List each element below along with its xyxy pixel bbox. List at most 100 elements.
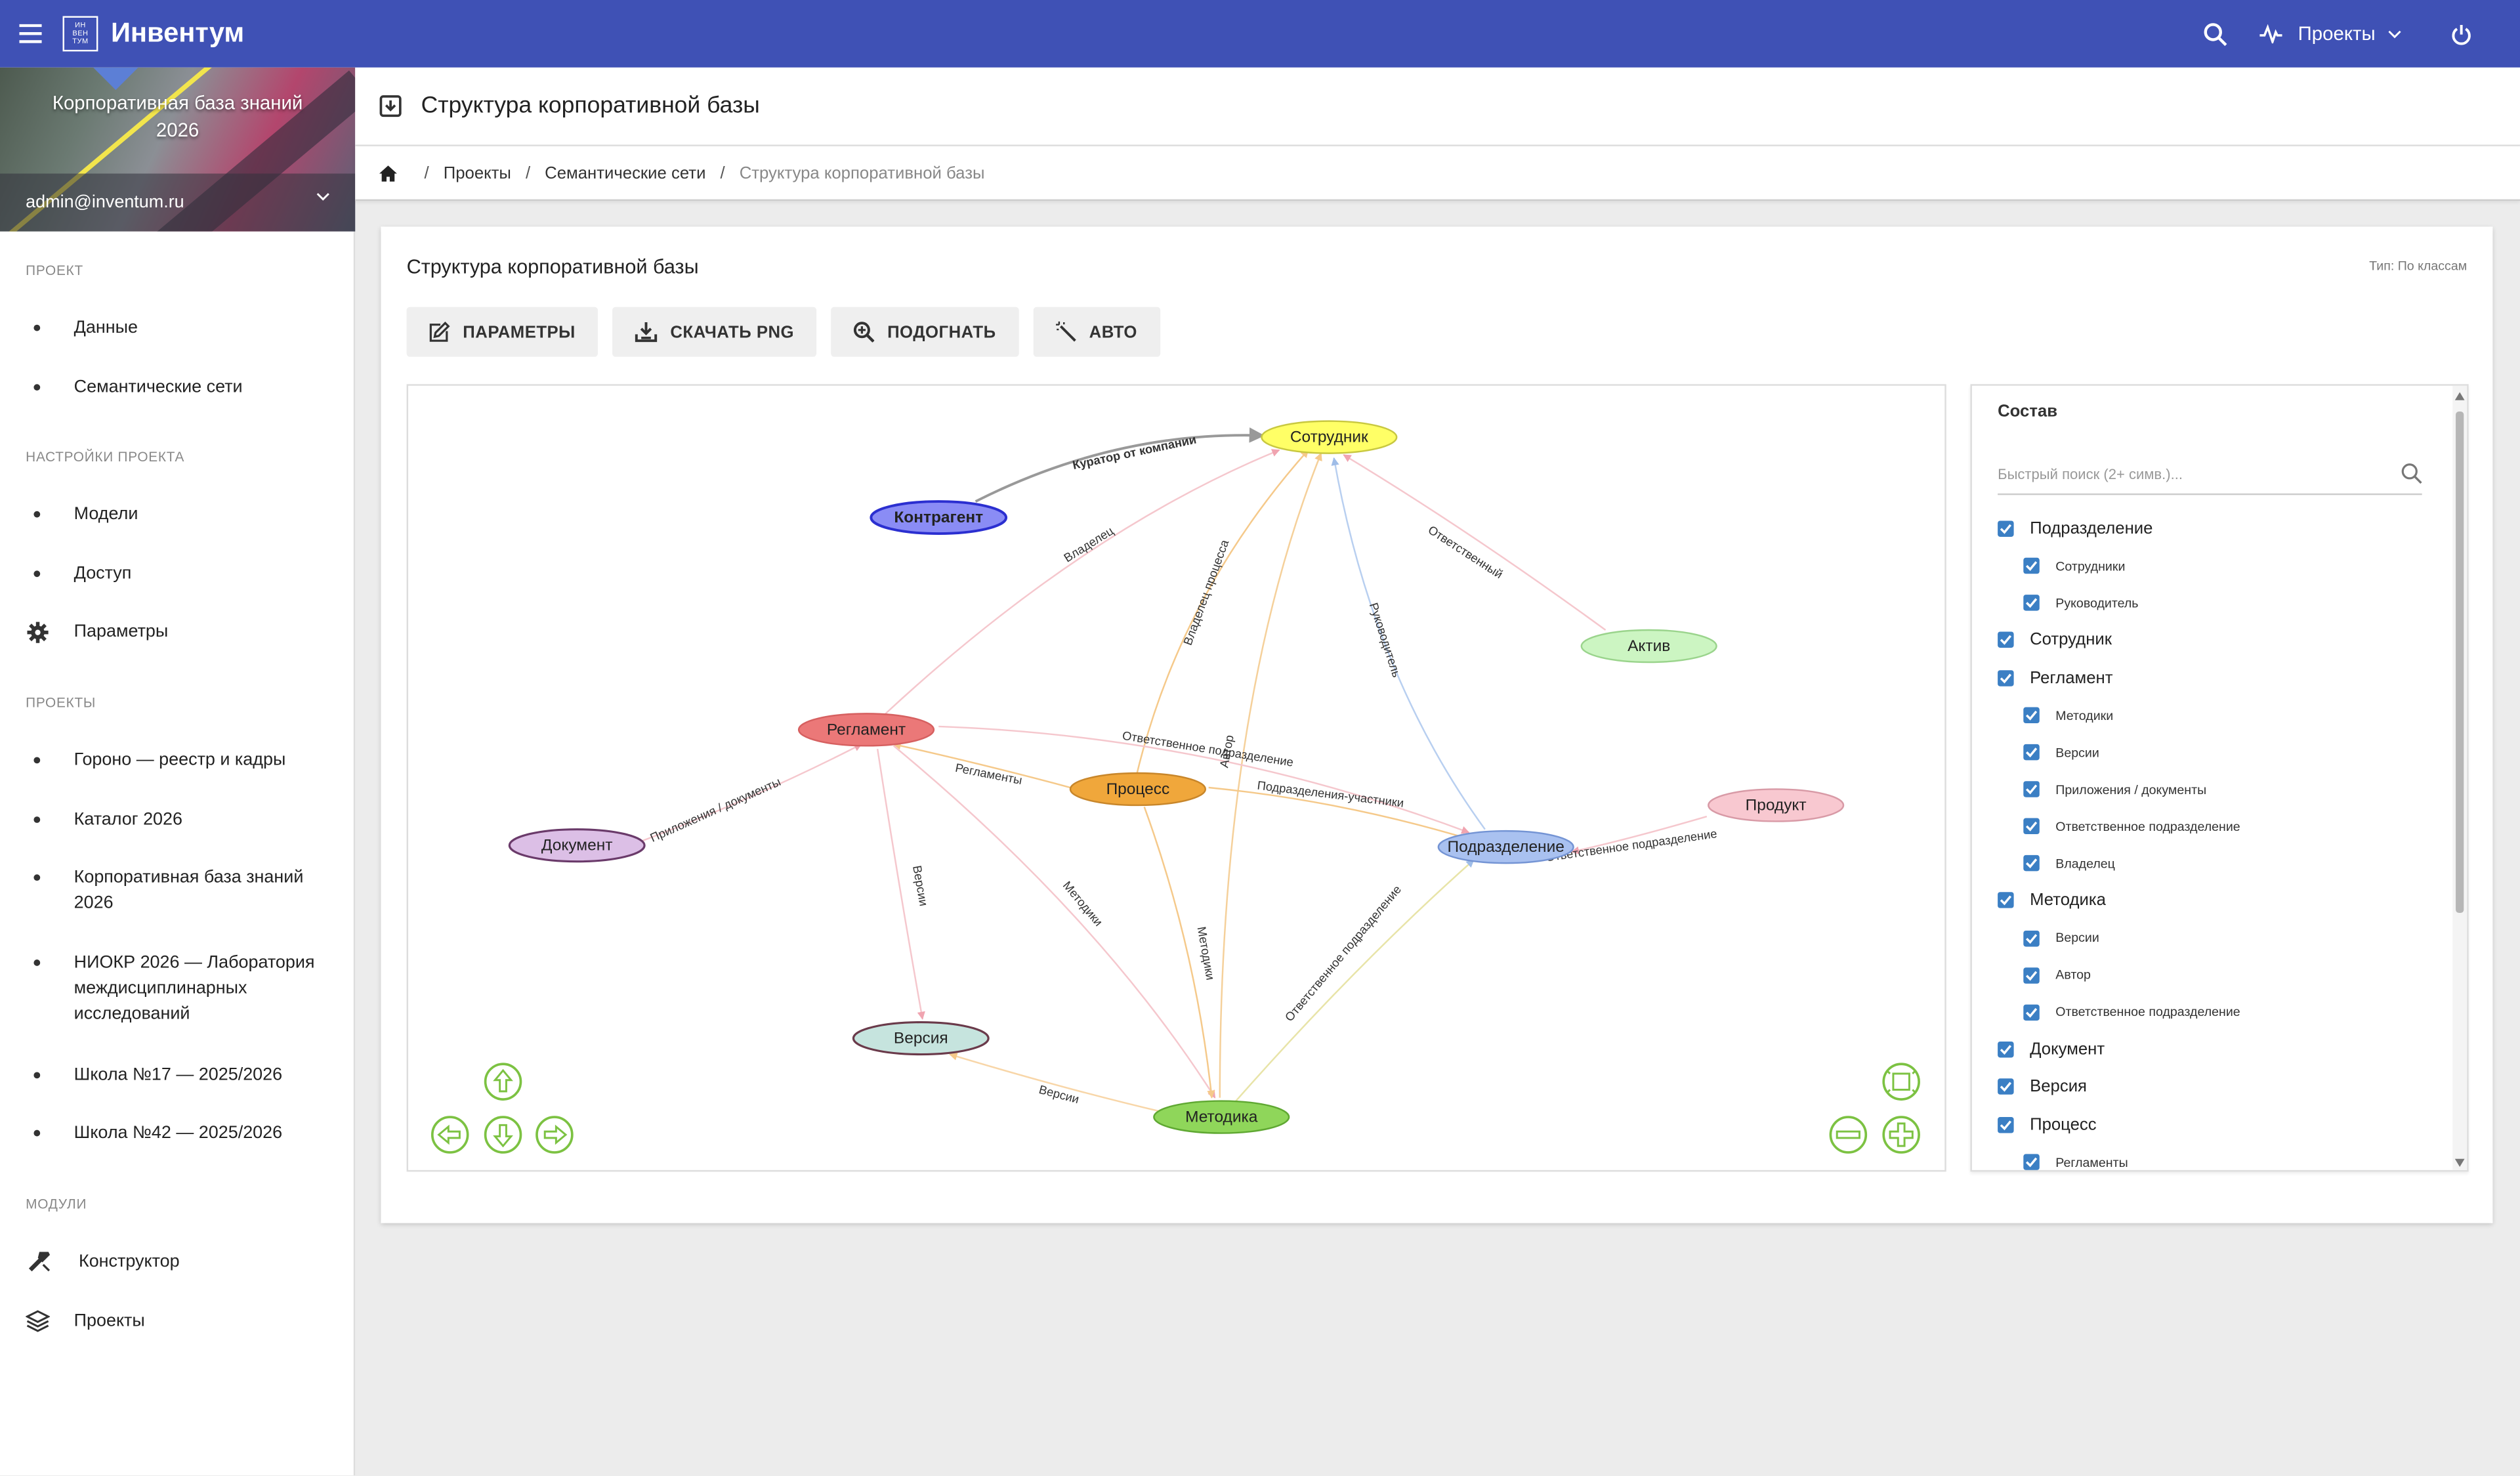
node-sotrudnik[interactable]: Сотрудник [1261,420,1398,454]
checkbox[interactable] [2023,744,2040,761]
checkbox[interactable] [1998,892,2014,909]
sidebar-item-access[interactable]: Доступ [0,561,355,587]
tree-class-item[interactable]: Версия [1998,1068,2431,1106]
checkbox[interactable] [2023,854,2040,872]
node-aktiv[interactable]: Актив [1580,629,1717,664]
graph-edge[interactable] [975,427,1265,503]
pan-up-button[interactable] [484,1063,522,1101]
pan-right-button[interactable] [536,1116,574,1154]
node-produkt[interactable]: Продукт [1708,788,1845,822]
graph-edge[interactable] [1331,457,1486,830]
zoom-in-button[interactable] [1882,1116,1920,1154]
app-brand[interactable]: Инвентум [111,18,244,50]
tree-relation-item[interactable]: Версии [1998,734,2431,770]
tree-class-item[interactable]: Регламент [1998,659,2431,697]
menu-button[interactable] [0,0,61,68]
tree-relation-item[interactable]: Ответственное подразделение [1998,808,2431,845]
node-versiya[interactable]: Версия [852,1021,990,1056]
quick-search-input[interactable]: Быстрый поиск (2+ симв.)... [1998,457,2422,496]
tree-relation-item[interactable]: Версии [1998,919,2431,956]
projects-menu[interactable]: Проекты [2259,22,2401,45]
edge-label: Методики [1060,878,1106,929]
pan-left-button[interactable] [430,1116,469,1154]
sidebar-item-semantic-nets[interactable]: Семантические сети [0,375,355,400]
breadcrumb-projects[interactable]: Проекты [444,163,511,182]
node-metodika[interactable]: Методика [1153,1100,1290,1134]
search-button[interactable] [2192,0,2240,68]
download-png-button[interactable]: СКАЧАТЬ PNG [612,306,817,357]
checkbox[interactable] [2023,1154,2040,1170]
graph-edge[interactable] [1235,859,1475,1102]
tree-relation-item[interactable]: Ответственное подразделение [1998,993,2431,1030]
pan-down-button[interactable] [484,1116,522,1154]
user-menu[interactable]: admin@inventum.ru [0,173,356,232]
tree-relation-item[interactable]: Регламенты [1998,1143,2431,1170]
tree-relation-item[interactable]: Владелец [1998,845,2431,881]
app-logo[interactable]: ИН ВЕН ТУМ [62,16,98,52]
sidebar-item-models[interactable]: Модели [0,501,355,527]
tree-class-item[interactable]: Методика [1998,881,2431,919]
fit-view-button[interactable] [1882,1063,1920,1101]
zoom-out-button[interactable] [1829,1116,1868,1154]
sidebar-item-project[interactable]: Школа №17 — 2025/2026 [0,1063,355,1088]
top-bar: ИН ВЕН ТУМ Инвентум Проекты [0,0,2520,68]
sidebar-item-project[interactable]: Школа №42 — 2025/2026 [0,1120,355,1146]
checkbox[interactable] [1998,669,2014,686]
node-reglament[interactable]: Регламент [797,713,935,747]
checkbox[interactable] [1998,1116,2014,1133]
sidebar-item-parameters[interactable]: Параметры [0,619,355,644]
checkbox[interactable] [2023,929,2040,946]
sidebar-item-project[interactable]: НИОКР 2026 — Лаборатория междисциплинарн… [0,950,355,1027]
auto-button[interactable]: АВТО [1032,306,1160,357]
scrollbar-thumb[interactable] [2456,411,2464,914]
sidebar-item-project[interactable]: Корпоративная база знаний 2026 [0,865,355,916]
sidebar-item-constructor[interactable]: Конструктор [0,1249,355,1275]
tree-relation-label: Владелец [2055,856,2115,871]
graph-canvas[interactable]: Куратор от компании Владелец Владелец пр… [408,386,1948,1173]
scroll-down-icon[interactable] [2454,1157,2466,1168]
graph-edge[interactable] [1135,449,1309,777]
tree-class-item[interactable]: Сотрудник [1998,622,2431,660]
checkbox[interactable] [2023,707,2040,724]
tree-class-item[interactable]: Подразделение [1998,509,2431,547]
graph-edge[interactable] [885,449,1280,715]
checkbox[interactable] [2023,818,2040,835]
sidebar-item-data[interactable]: Данные [0,315,355,341]
tree-relation-item[interactable]: Сотрудники [1998,547,2431,584]
checkbox[interactable] [2023,967,2040,983]
checkbox[interactable] [1998,520,2014,537]
chevron-down-icon [316,193,329,201]
breadcrumb-semantic-nets[interactable]: Семантические сети [545,163,705,182]
tree-relation-item[interactable]: Автор [1998,956,2431,993]
graph-edge[interactable] [1343,454,1606,631]
home-icon[interactable] [379,165,397,181]
checkbox[interactable] [2023,595,2040,611]
fit-button[interactable]: ПОДОГНАТЬ [831,306,1018,357]
graph-edge[interactable] [949,1052,1164,1113]
tree-relation-item[interactable]: Руководитель [1998,584,2431,621]
sidebar-item-project[interactable]: Каталог 2026 [0,807,355,832]
checkbox[interactable] [2023,557,2040,574]
checkbox[interactable] [1998,1078,2014,1095]
checkbox[interactable] [2023,781,2040,797]
tree-class-label: Регламент [2030,668,2113,688]
tree-relation-item[interactable]: Методики [1998,697,2431,734]
panel-scrollbar[interactable] [2452,385,2468,1170]
tree-relation-item[interactable]: Приложения / документы [1998,770,2431,807]
tree-relation-label: Сотрудники [2055,559,2126,574]
checkbox[interactable] [1998,1041,2014,1057]
tree-class-item[interactable]: Документ [1998,1030,2431,1068]
parameters-button[interactable]: ПАРАМЕТРЫ [406,306,598,357]
node-podrazdelenie[interactable]: Подразделение [1437,830,1574,864]
node-process[interactable]: Процесс [1069,772,1206,807]
scroll-up-icon[interactable] [2454,390,2466,402]
sidebar-item-project[interactable]: Гороно — реестр и кадры [0,748,355,773]
semantic-graph[interactable]: Куратор от компании Владелец Владелец пр… [406,384,1948,1173]
checkbox[interactable] [1998,632,2014,648]
node-dokument[interactable]: Документ [508,828,646,863]
node-kontragent[interactable]: Контрагент [870,500,1008,536]
tree-class-item[interactable]: Процесс [1998,1106,2431,1144]
sidebar-item-projects-module[interactable]: Проекты [0,1308,355,1334]
logout-button[interactable] [2437,0,2485,68]
checkbox[interactable] [2023,1003,2040,1020]
